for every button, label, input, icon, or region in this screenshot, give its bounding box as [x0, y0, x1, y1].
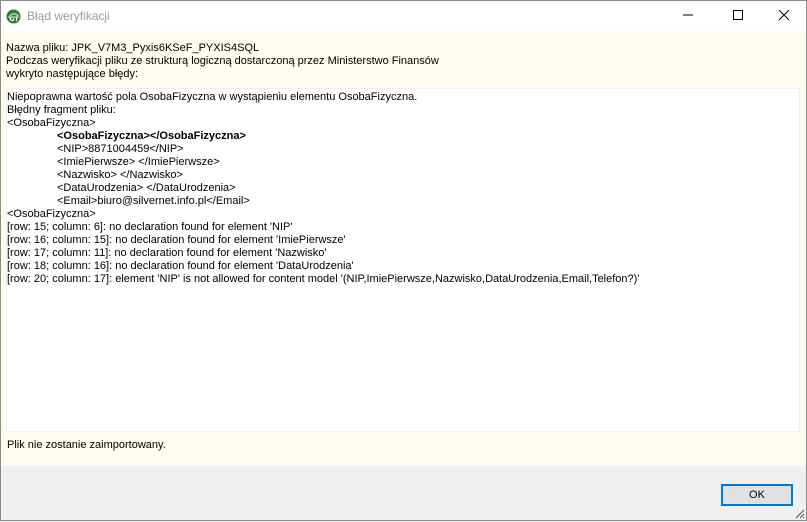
xml-line: <OsobaFizyczna></OsobaFizyczna>	[57, 130, 246, 142]
button-bar	[1, 466, 806, 519]
minimize-button[interactable]	[665, 2, 711, 31]
import-status-message: Plik nie zostanie zaimportowany.	[7, 439, 166, 451]
error-detail-line: [row: 16; column: 15]: no declaration fo…	[7, 234, 346, 246]
error-detail-line: [row: 20; column: 17]: element 'NIP' is …	[7, 273, 640, 285]
error-detail-line: [row: 15; column: 6]: no declaration fou…	[7, 221, 293, 233]
window-title: Błąd weryfikacji	[27, 9, 110, 23]
close-button[interactable]	[761, 2, 807, 31]
fragment-label: Błędny fragment pliku:	[7, 104, 116, 116]
verify-line-2: wykryto następujące błędy:	[6, 68, 139, 80]
error-detail-line: [row: 17; column: 11]: no declaration fo…	[7, 247, 327, 259]
file-name-line: Nazwa pliku: JPK_V7M3_Pyxis6KSeF_PYXIS4S…	[6, 42, 260, 54]
xml-line: <Email>biuro@silvernet.info.pl</Email>	[57, 195, 250, 207]
xml-close-tag: <OsobaFizyczna>	[7, 208, 96, 220]
xml-line: <DataUrodzenia> </DataUrodzenia>	[57, 182, 236, 194]
verify-line-1: Podczas weryfikacji pliku ze strukturą l…	[6, 55, 439, 67]
maximize-icon	[733, 10, 743, 23]
minimize-icon	[683, 10, 693, 23]
xml-open-tag: <OsobaFizyczna>	[7, 117, 96, 129]
title-bar[interactable]: GT Błąd weryfikacji	[1, 1, 806, 31]
xml-line: <NIP>8871004459</NIP>	[57, 143, 184, 155]
resize-grip-icon[interactable]	[793, 507, 805, 519]
ok-button[interactable]: OK	[721, 484, 793, 506]
header-info: Nazwa pliku: JPK_V7M3_Pyxis6KSeF_PYXIS4S…	[6, 42, 439, 81]
error-detail-line: [row: 18; column: 16]: no declaration fo…	[7, 260, 354, 272]
error-details-text: Niepoprawna wartość pola OsobaFizyczna w…	[7, 91, 639, 286]
svg-text:GT: GT	[9, 15, 19, 23]
maximize-button[interactable]	[715, 2, 761, 31]
close-icon	[778, 9, 790, 23]
xml-line: <ImiePierwsze> </ImiePierwsze>	[57, 156, 220, 168]
error-message: Niepoprawna wartość pola OsobaFizyczna w…	[7, 91, 418, 103]
xml-line: <Nazwisko> </Nazwisko>	[57, 169, 183, 181]
app-logo-icon: GT	[6, 9, 21, 24]
